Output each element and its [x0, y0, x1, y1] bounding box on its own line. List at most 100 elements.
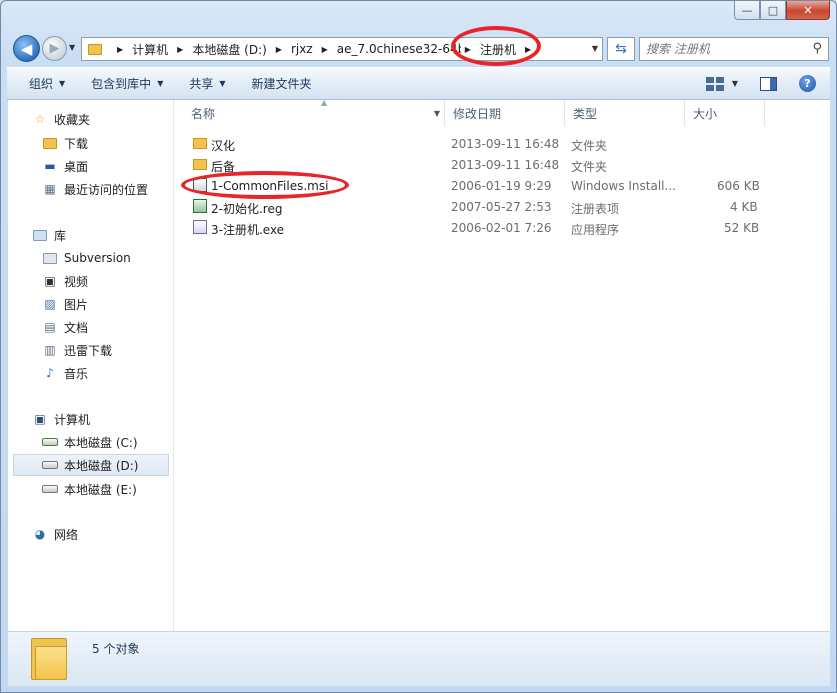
address-dropdown-icon[interactable]: ▼	[592, 44, 598, 53]
breadcrumb-drive-d[interactable]: 本地磁盘 (D:)	[192, 41, 266, 58]
registry-icon	[193, 199, 207, 213]
system-drive-icon	[42, 435, 58, 449]
nav-favorites[interactable]: ☆ 收藏夹	[32, 108, 90, 130]
nav-item-label: 音乐	[64, 366, 89, 381]
breadcrumb-ae-folder[interactable]: ae_7.0chinese32-64bi	[337, 42, 461, 56]
nav-item-drive-e[interactable]: 本地磁盘 (E:)	[42, 478, 137, 500]
nav-item-label: 视频	[64, 274, 89, 289]
star-icon: ☆	[34, 112, 46, 126]
address-bar[interactable]: ▶ 计算机 ▶ 本地磁盘 (D:) ▶ rjxz ▶ ae_7.0chinese…	[81, 37, 603, 61]
recent-places-icon: ▦	[44, 182, 56, 196]
nav-item-label: 桌面	[64, 159, 89, 174]
library-icon	[32, 228, 48, 242]
preview-pane-icon[interactable]	[760, 76, 777, 91]
recent-pages-dropdown[interactable]: ▼	[69, 43, 75, 52]
nav-computer[interactable]: ▣ 计算机	[32, 408, 90, 430]
column-header-label: 名称	[191, 106, 216, 121]
nav-item-desktop[interactable]: ▬ 桌面	[42, 155, 88, 177]
file-type: 应用程序	[571, 223, 620, 237]
nav-item-downloads[interactable]: 下载	[42, 132, 88, 154]
nav-item-recent-places[interactable]: ▦ 最近访问的位置	[42, 178, 148, 200]
file-name: 3-注册机.exe	[211, 223, 285, 237]
content-area: ☆ 收藏夹 下载 ▬ 桌面 ▦ 最近访问的位置 库 Subversion ▣ 视…	[8, 98, 830, 631]
computer-icon: ▣	[34, 412, 46, 426]
search-box[interactable]: ⚲	[639, 37, 829, 61]
chevron-right-icon[interactable]: ▶	[525, 45, 531, 54]
nav-libraries-label: 库	[54, 228, 67, 243]
nav-item-label: 本地磁盘 (D:)	[64, 458, 139, 473]
file-row[interactable]: 汉化 2013-09-11 16:48 文件夹	[175, 133, 775, 154]
video-icon: ▣	[44, 274, 56, 288]
maximize-button[interactable]: □	[760, 1, 786, 20]
chevron-down-icon: ▼	[219, 79, 226, 88]
download-library-icon: ▥	[44, 343, 56, 357]
nav-item-thunder-downloads[interactable]: ▥ 迅雷下载	[42, 339, 112, 361]
views-dropdown-icon[interactable]: ▼	[732, 79, 738, 88]
file-name: 1-CommonFiles.msi	[211, 179, 329, 193]
nav-item-label: 下载	[64, 136, 89, 151]
column-header-modified[interactable]: 修改日期	[445, 100, 565, 126]
search-icon[interactable]: ⚲	[812, 41, 822, 56]
chevron-right-icon[interactable]: ▶	[177, 45, 183, 54]
file-row[interactable]: 1-CommonFiles.msi 2006-01-19 9:29 Window…	[175, 175, 775, 196]
views-icon[interactable]	[705, 76, 724, 91]
close-button[interactable]: ✕	[786, 1, 830, 20]
breadcrumb-rjxz[interactable]: rjxz	[291, 42, 313, 56]
help-icon[interactable]: ?	[799, 75, 816, 92]
share-button[interactable]: 共享 ▼	[189, 75, 225, 92]
breadcrumb-computer[interactable]: 计算机	[132, 41, 168, 58]
refresh-button[interactable]: ⇆	[607, 37, 635, 61]
nav-item-videos[interactable]: ▣ 视频	[42, 270, 88, 292]
nav-item-subversion[interactable]: Subversion	[42, 247, 131, 269]
folder-icon	[31, 638, 67, 680]
include-in-library-button[interactable]: 包含到库中 ▼	[91, 75, 163, 92]
nav-item-pictures[interactable]: ▨ 图片	[42, 293, 88, 315]
breadcrumb-keygen[interactable]: 注册机	[480, 41, 516, 58]
file-type: 注册表项	[571, 202, 620, 216]
minimize-button[interactable]: —	[734, 1, 760, 20]
file-row[interactable]: 2-初始化.reg 2007-05-27 2:53 注册表项 4 KB	[175, 196, 775, 217]
file-row[interactable]: 3-注册机.exe 2006-02-01 7:26 应用程序 52 KB	[175, 217, 775, 238]
nav-item-drive-d[interactable]: 本地磁盘 (D:)	[13, 454, 169, 476]
nav-item-documents[interactable]: ▤ 文档	[42, 316, 88, 338]
file-row[interactable]: 后备 2013-09-11 16:48 文件夹	[175, 154, 775, 175]
chevron-right-icon[interactable]: ▶	[117, 45, 123, 54]
nav-item-label: 文档	[64, 320, 89, 335]
column-header-name[interactable]: ▲ 名称 ▼	[183, 98, 445, 126]
forward-button[interactable]: ▶	[42, 36, 67, 61]
file-modified: 2013-09-11 16:48	[451, 137, 560, 151]
navigation-row: ◀ ▶ ▼ ▶ 计算机 ▶ 本地磁盘 (D:) ▶ rjxz ▶ ae_7.0c…	[13, 34, 829, 62]
share-label: 共享	[189, 77, 214, 91]
chevron-down-icon: ▼	[59, 79, 66, 88]
chevron-down-icon[interactable]: ▼	[434, 109, 440, 118]
forward-arrow-icon: ▶	[49, 41, 60, 56]
new-folder-button[interactable]: 新建文件夹	[252, 75, 312, 92]
organize-label: 组织	[29, 77, 54, 91]
back-arrow-icon: ◀	[20, 39, 33, 58]
music-icon: ♪	[46, 366, 54, 380]
file-type: 文件夹	[571, 139, 608, 153]
nav-item-music[interactable]: ♪ 音乐	[42, 362, 88, 384]
organize-button[interactable]: 组织 ▼	[29, 75, 65, 92]
chevron-right-icon[interactable]: ▶	[322, 45, 328, 54]
column-header-type[interactable]: 类型	[565, 100, 685, 126]
document-icon: ▤	[44, 320, 56, 334]
nav-favorites-label: 收藏夹	[54, 112, 91, 127]
nav-network-label: 网络	[54, 527, 79, 542]
nav-item-label: 本地磁盘 (E:)	[64, 482, 137, 497]
chevron-right-icon[interactable]: ▶	[276, 45, 282, 54]
search-input[interactable]	[646, 42, 806, 56]
file-modified: 2006-01-19 9:29	[451, 179, 552, 193]
nav-item-label: 图片	[64, 297, 89, 312]
back-button[interactable]: ◀	[13, 35, 40, 62]
chevron-right-icon[interactable]: ▶	[465, 45, 471, 54]
nav-item-label: 迅雷下载	[64, 343, 113, 358]
nav-network[interactable]: ◕ 网络	[32, 523, 78, 545]
network-icon: ◕	[34, 527, 46, 541]
item-count: 5 个对象	[92, 642, 140, 656]
nav-libraries[interactable]: 库	[32, 224, 66, 246]
drive-icon	[42, 482, 58, 496]
column-header-size[interactable]: 大小	[685, 100, 765, 126]
nav-item-drive-c[interactable]: 本地磁盘 (C:)	[42, 431, 138, 453]
file-name: 2-初始化.reg	[211, 202, 283, 216]
